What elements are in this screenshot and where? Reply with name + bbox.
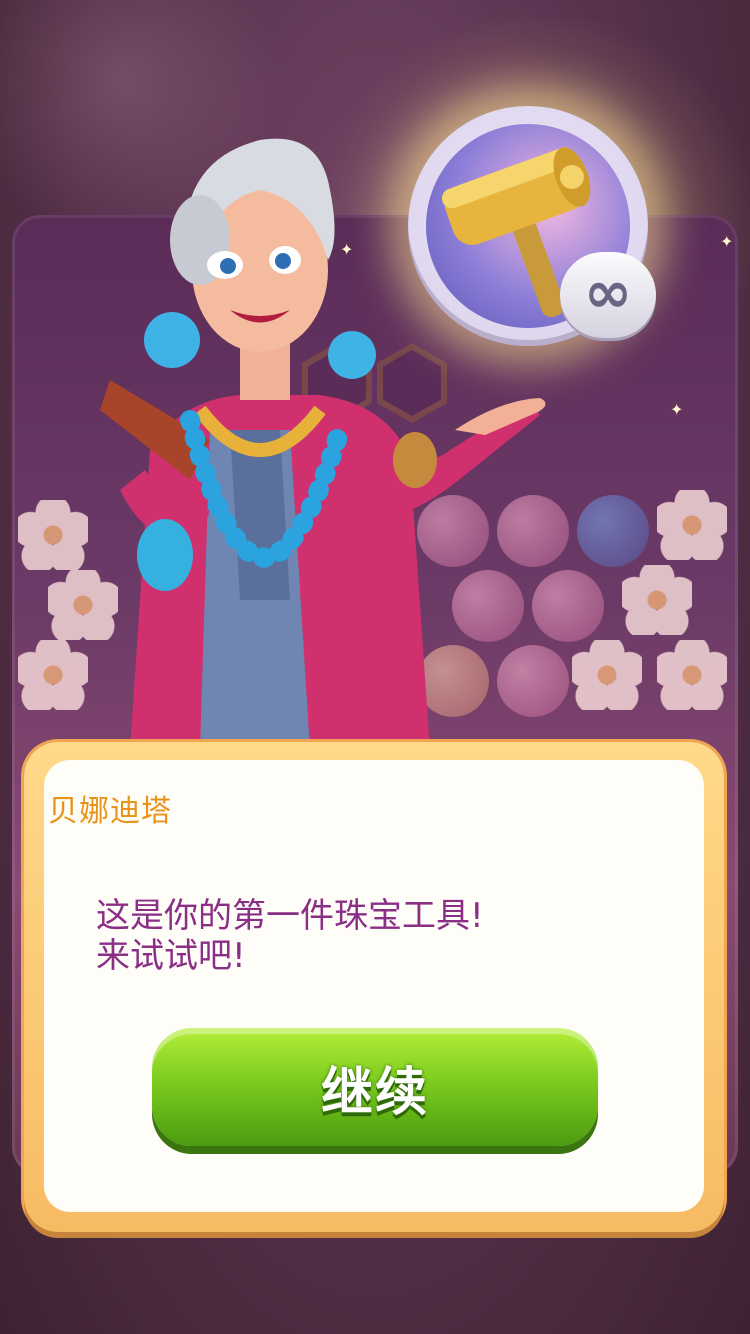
gem-tile xyxy=(577,495,649,567)
message-line: 来试试吧! xyxy=(96,936,246,976)
infinite-quantity-badge: ∞ xyxy=(560,252,656,338)
speaker-name: 贝娜迪塔 xyxy=(48,794,172,829)
continue-button[interactable]: 继续 xyxy=(152,1028,598,1146)
flower-tile xyxy=(18,640,88,710)
sparkle-icon: ✦ xyxy=(720,232,734,251)
flower-tile xyxy=(622,565,692,635)
message-line: 这是你的第一件珠宝工具! xyxy=(96,896,484,936)
infinity-icon: ∞ xyxy=(583,258,633,326)
flower-tile xyxy=(657,640,727,710)
flower-tile xyxy=(18,500,88,570)
sparkle-icon: ✦ xyxy=(670,400,684,419)
flower-tile xyxy=(657,490,727,560)
dialog-message: 这是你的第一件珠宝工具! 来试试吧! xyxy=(96,896,656,976)
continue-button-label: 继续 xyxy=(320,1062,429,1123)
flower-tile xyxy=(572,640,642,710)
